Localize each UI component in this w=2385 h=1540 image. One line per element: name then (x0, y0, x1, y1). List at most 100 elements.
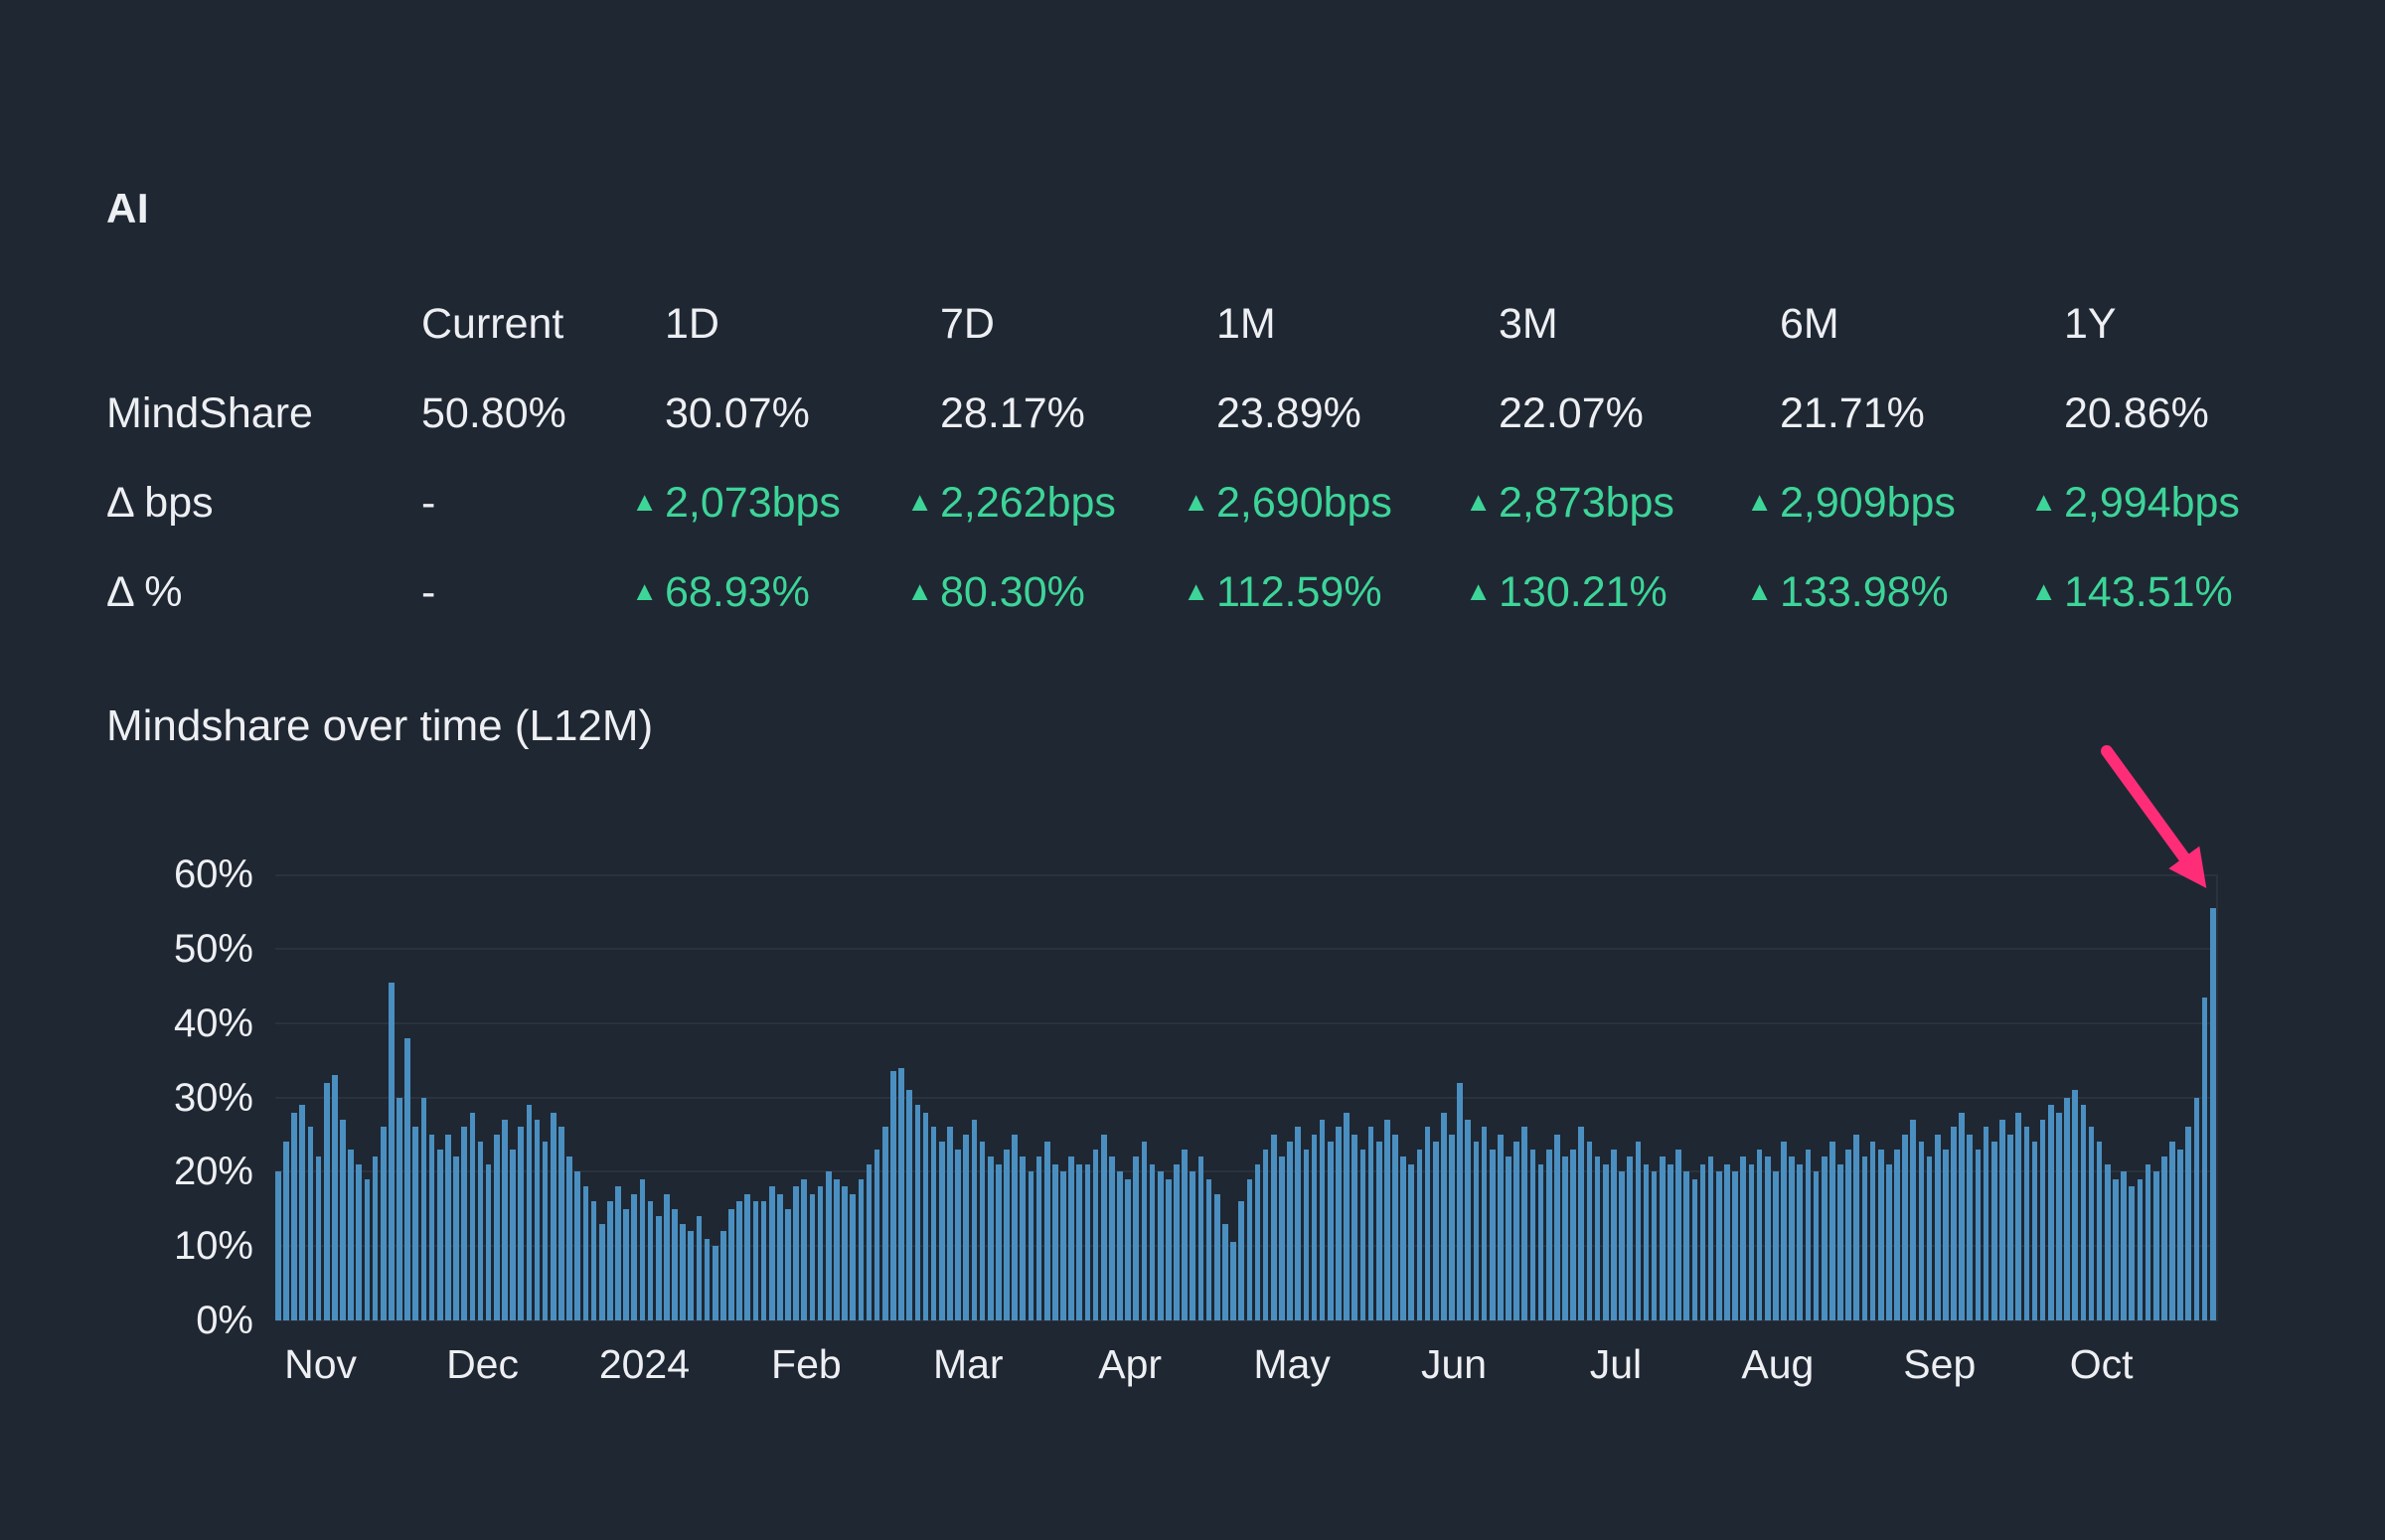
bar (1416, 1149, 1423, 1320)
bar (2072, 1090, 2079, 1320)
bar (1918, 1142, 1925, 1320)
bar (793, 1186, 800, 1320)
bar (1869, 1142, 1876, 1320)
bar (1359, 1149, 1366, 1320)
bar (502, 1119, 508, 1320)
bar (720, 1231, 726, 1320)
bar (842, 1186, 848, 1320)
bar (1983, 1127, 1989, 1320)
bar (469, 1112, 476, 1320)
bar (1408, 1163, 1415, 1320)
bar (2113, 1178, 2119, 1320)
bar (995, 1163, 1002, 1320)
bar (420, 1097, 427, 1320)
bar (1498, 1134, 1504, 1320)
bar (1707, 1156, 1714, 1320)
bar (1457, 1082, 1463, 1320)
bar (1230, 1242, 1236, 1320)
bar (2096, 1142, 2103, 1320)
bar (1319, 1119, 1326, 1320)
bar (2160, 1156, 2167, 1320)
bar (299, 1105, 306, 1320)
bar (598, 1223, 605, 1320)
bar (874, 1149, 880, 1320)
bar (1174, 1163, 1180, 1320)
bar (1845, 1149, 1851, 1320)
bar (1732, 1171, 1738, 1320)
bar (510, 1149, 516, 1320)
bar (1270, 1134, 1277, 1320)
bar (1586, 1142, 1593, 1320)
bar (2039, 1119, 2046, 1320)
bar (890, 1071, 896, 1320)
bar (2047, 1105, 2054, 1320)
bar (1602, 1163, 1609, 1320)
bar (1465, 1119, 1472, 1320)
bar (1797, 1163, 1804, 1320)
gridline (275, 874, 2218, 876)
bar (1375, 1142, 1382, 1320)
bar (582, 1186, 589, 1320)
bar (485, 1163, 492, 1320)
bar (340, 1119, 346, 1320)
bar (1336, 1127, 1342, 1320)
y-axis-label: 50% (173, 926, 253, 971)
bar (1513, 1142, 1519, 1320)
bar (1383, 1119, 1390, 1320)
bar (866, 1163, 873, 1320)
bar (372, 1156, 379, 1320)
bar (623, 1208, 629, 1320)
bar (2201, 997, 2208, 1320)
bar (1133, 1156, 1140, 1320)
bar (680, 1223, 686, 1320)
bar (1344, 1112, 1350, 1320)
bar (1182, 1149, 1189, 1320)
bar (1894, 1149, 1900, 1320)
bar (542, 1142, 549, 1320)
bar (1441, 1112, 1447, 1320)
bar (526, 1105, 533, 1320)
bar (752, 1201, 759, 1320)
bar (744, 1193, 751, 1320)
bar (971, 1119, 978, 1320)
bar (291, 1112, 297, 1320)
bar (2023, 1127, 2030, 1320)
bar (672, 1208, 678, 1320)
x-axis-label: Oct (2069, 1341, 2134, 1387)
bar (1157, 1171, 1164, 1320)
bar (631, 1193, 638, 1320)
bar (1506, 1156, 1511, 1320)
bar (1554, 1134, 1560, 1320)
bar (1943, 1149, 1949, 1320)
bar (445, 1134, 451, 1320)
bar (493, 1134, 500, 1320)
bar (1213, 1193, 1220, 1320)
bar (1545, 1149, 1552, 1320)
bar (1627, 1156, 1634, 1320)
bar (1117, 1171, 1123, 1320)
bar (2145, 1163, 2151, 1320)
bar (1205, 1178, 1212, 1320)
bar (283, 1142, 289, 1320)
bar (825, 1171, 832, 1320)
bar (1934, 1134, 1941, 1320)
bar (2185, 1127, 2192, 1320)
bar (380, 1127, 387, 1320)
bar (436, 1149, 443, 1320)
bar (1764, 1156, 1771, 1320)
bar (1311, 1134, 1318, 1320)
bar (1789, 1156, 1795, 1320)
bar (1076, 1163, 1083, 1320)
bar (1481, 1127, 1488, 1320)
bar (712, 1246, 718, 1320)
bar (1432, 1142, 1439, 1320)
bar (2104, 1163, 2111, 1320)
bar (348, 1149, 354, 1320)
bar (1975, 1149, 1982, 1320)
bar (1611, 1149, 1617, 1320)
bar (1028, 1171, 1034, 1320)
bar (2088, 1127, 2095, 1320)
bar (704, 1238, 711, 1320)
bar (1141, 1142, 1148, 1320)
bar (1910, 1119, 1917, 1320)
